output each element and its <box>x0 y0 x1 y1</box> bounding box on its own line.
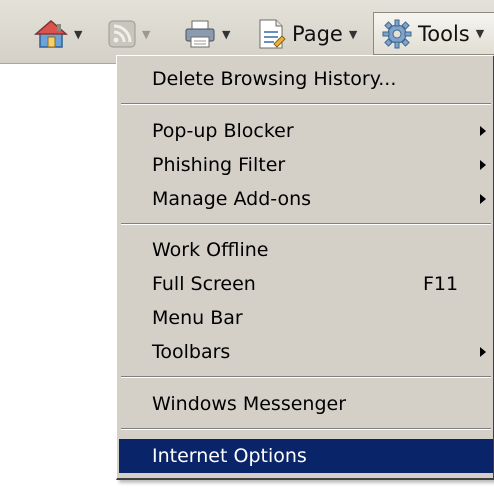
chevron-down-icon: ▼ <box>475 27 485 40</box>
menu-separator <box>121 428 491 430</box>
home-icon <box>34 20 68 48</box>
chevron-down-icon[interactable]: ▼ <box>74 29 82 40</box>
chevron-down-icon: ▼ <box>348 27 358 41</box>
menu-item-label: Full Screen <box>152 273 256 295</box>
menu-item-full-screen[interactable]: Full Screen F11 <box>119 267 493 301</box>
menu-item-toolbars[interactable]: Toolbars <box>119 335 493 369</box>
menu-item-label: Windows Messenger <box>152 393 347 415</box>
menu-item-windows-messenger[interactable]: Windows Messenger <box>119 387 493 421</box>
menu-item-label: Work Offline <box>152 239 269 261</box>
menu-item-label: Menu Bar <box>152 307 243 329</box>
page-menu-label: Page <box>292 22 343 46</box>
page-button[interactable]: Page ▼ <box>256 14 357 54</box>
menu-item-label: Delete Browsing History... <box>152 68 397 90</box>
page-icon <box>259 19 286 49</box>
menu-item-label: Toolbars <box>152 341 231 363</box>
gear-icon <box>382 19 412 48</box>
menu-item-label: Internet Options <box>152 445 307 467</box>
tools-button[interactable]: Tools ▼ <box>373 12 494 55</box>
print-icon <box>185 20 215 48</box>
home-button[interactable]: ▼ <box>34 14 82 54</box>
tools-menu-label: Tools <box>418 21 470 46</box>
submenu-arrow-icon <box>480 160 486 170</box>
feeds-button[interactable]: ▼ <box>108 14 150 54</box>
print-button[interactable]: ▼ <box>184 14 230 54</box>
menu-item-delete-browsing-history[interactable]: Delete Browsing History... <box>119 62 493 96</box>
feeds-icon <box>108 20 136 48</box>
menu-item-label: Phishing Filter <box>152 154 286 176</box>
menu-separator <box>121 376 491 378</box>
submenu-arrow-icon <box>480 194 486 204</box>
menu-separator <box>121 103 491 105</box>
menu-item-shortcut: F11 <box>423 273 459 295</box>
submenu-arrow-icon <box>480 347 486 357</box>
menu-separator <box>121 223 491 225</box>
menu-item-popup-blocker[interactable]: Pop-up Blocker <box>119 114 493 148</box>
menu-item-label: Pop-up Blocker <box>152 120 294 142</box>
menu-item-menu-bar[interactable]: Menu Bar <box>119 301 493 335</box>
chevron-down-icon[interactable]: ▼ <box>142 29 150 40</box>
menu-item-label: Manage Add-ons <box>152 188 312 210</box>
submenu-arrow-icon <box>480 126 486 136</box>
menu-item-manage-addons[interactable]: Manage Add-ons <box>119 182 493 216</box>
menu-item-internet-options[interactable]: Internet Options <box>119 439 493 473</box>
tools-dropdown-menu: Delete Browsing History... Pop-up Blocke… <box>116 55 494 480</box>
menu-item-work-offline[interactable]: Work Offline <box>119 233 493 267</box>
chevron-down-icon[interactable]: ▼ <box>222 29 230 40</box>
menu-item-phishing-filter[interactable]: Phishing Filter <box>119 148 493 182</box>
